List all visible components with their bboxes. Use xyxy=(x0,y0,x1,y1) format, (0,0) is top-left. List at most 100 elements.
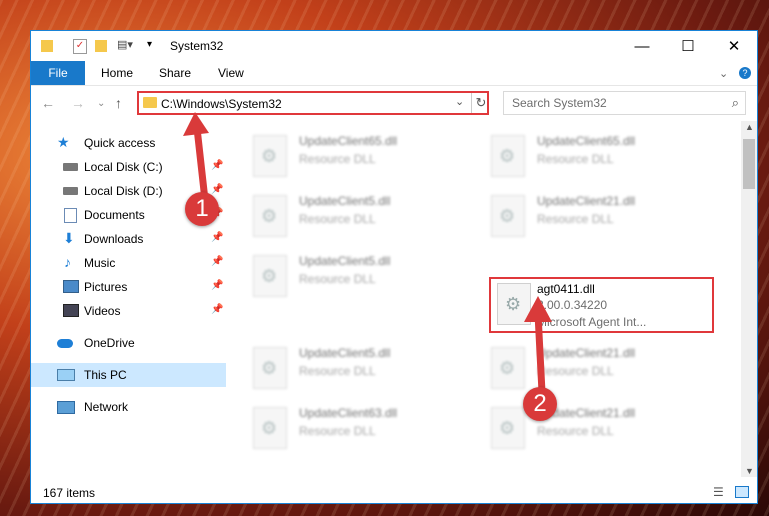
file-description: Resource DLL xyxy=(537,212,614,226)
cloud-icon xyxy=(57,339,73,348)
file-description: Resource DLL xyxy=(299,272,376,286)
file-description: Resource DLL xyxy=(299,364,376,378)
sidebar-item-downloads[interactable]: ⬇ Downloads 📌 xyxy=(31,227,226,251)
file-name: UpdateClient65.dll xyxy=(537,134,636,148)
status-bar: 167 items ☰ xyxy=(31,481,757,503)
tab-file[interactable]: File xyxy=(31,61,85,85)
folder-icon xyxy=(143,97,157,108)
sidebar-item-label: OneDrive xyxy=(84,336,135,350)
scrollbar-thumb[interactable] xyxy=(743,139,755,189)
ribbon-tabs: File Home Share View ⌄ ? xyxy=(31,61,757,86)
file-description: Resource DLL xyxy=(537,424,614,438)
pin-icon[interactable]: 📌 xyxy=(211,232,223,243)
scroll-down-icon[interactable]: ▼ xyxy=(745,466,754,476)
large-icons-view-icon[interactable] xyxy=(735,486,749,498)
file-description: Resource DLL xyxy=(299,212,376,226)
file-item[interactable]: UpdateClient63.dll Resource DLL xyxy=(253,403,473,455)
file-description: Resource DLL xyxy=(537,152,614,166)
help-icon[interactable]: ? xyxy=(739,67,751,79)
sidebar-item-label: Local Disk (D:) xyxy=(84,184,163,198)
close-button[interactable]: ✕ xyxy=(711,31,757,61)
sidebar-item-music[interactable]: ♪ Music 📌 xyxy=(31,251,226,275)
recent-locations-icon[interactable]: ⌄ xyxy=(97,98,105,109)
sidebar-item-label: Network xyxy=(84,400,129,414)
dll-file-icon xyxy=(253,255,287,297)
file-item[interactable]: UpdateClient21.dll Resource DLL xyxy=(491,191,711,243)
search-input[interactable]: Search System32 ⌕ xyxy=(503,91,746,115)
sidebar-item-pictures[interactable]: Pictures 📌 xyxy=(31,275,226,299)
annotation-badge-1: 1 xyxy=(185,192,219,226)
sidebar-item-network[interactable]: Network xyxy=(31,395,226,419)
address-path[interactable]: C:\Windows\System32 xyxy=(161,97,282,111)
folder-icon xyxy=(41,40,53,52)
documents-icon xyxy=(64,208,77,223)
sidebar-item-onedrive[interactable]: OneDrive xyxy=(31,331,226,355)
minimize-button[interactable]: — xyxy=(619,31,665,61)
music-icon: ♪ xyxy=(64,254,71,270)
sidebar-item-label: Documents xyxy=(84,208,145,222)
address-row: ← → ⌄ ↑ C:\Windows\System32 ⌄ ↻ Search S… xyxy=(31,86,757,121)
dll-file-icon xyxy=(491,407,525,449)
window-title: System32 xyxy=(170,39,224,53)
new-folder-icon[interactable] xyxy=(95,40,107,52)
videos-icon xyxy=(63,304,79,317)
sidebar-item-label: Downloads xyxy=(84,232,144,246)
search-icon[interactable]: ⌕ xyxy=(732,95,739,111)
pin-icon[interactable]: 📌 xyxy=(211,280,223,291)
file-item[interactable]: UpdateClient65.dll Resource DLL xyxy=(491,131,711,183)
file-name: UpdateClient21.dll xyxy=(537,194,636,208)
maximize-button[interactable]: ☐ xyxy=(665,31,711,61)
file-item[interactable]: UpdateClient5.dll Resource DLL xyxy=(253,191,473,243)
pin-icon[interactable]: 📌 xyxy=(211,304,223,315)
file-name: UpdateClient5.dll xyxy=(299,194,391,208)
forward-icon[interactable]: → xyxy=(71,95,85,111)
properties-icon[interactable]: ✓ xyxy=(73,39,87,54)
search-placeholder: Search System32 xyxy=(512,96,607,110)
pin-icon[interactable]: 📌 xyxy=(211,256,223,267)
customize-qat-icon[interactable]: ▤▾ xyxy=(117,38,133,56)
pictures-icon xyxy=(63,280,79,293)
file-name: UpdateClient5.dll xyxy=(299,254,391,268)
chevron-down-icon[interactable]: ⌄ xyxy=(455,95,464,108)
file-list: UpdateClient65.dll Resource DLL UpdateCl… xyxy=(227,121,742,467)
sidebar-item-label: Videos xyxy=(84,304,121,318)
file-name: UpdateClient5.dll xyxy=(299,346,391,360)
sidebar-item-label: This PC xyxy=(84,368,127,382)
explorer-window: ✓ ▤▾ ▾ System32 — ☐ ✕ File Home Share Vi… xyxy=(30,30,758,504)
tab-view[interactable]: View xyxy=(218,61,244,85)
vertical-scrollbar[interactable]: ▲ ▼ xyxy=(741,121,757,477)
download-icon: ⬇ xyxy=(63,230,75,246)
file-item[interactable]: UpdateClient65.dll Resource DLL xyxy=(253,131,473,183)
annotation-badge-2: 2 xyxy=(523,387,557,421)
dll-file-icon xyxy=(253,135,287,177)
scroll-up-icon[interactable]: ▲ xyxy=(745,122,754,132)
title-bar: ✓ ▤▾ ▾ System32 — ☐ ✕ xyxy=(31,31,757,61)
drive-icon xyxy=(63,163,78,171)
tab-home[interactable]: Home xyxy=(101,61,133,85)
sidebar-item-this-pc[interactable]: This PC xyxy=(31,363,226,387)
expand-ribbon-icon[interactable]: ⌄ xyxy=(719,61,728,85)
dll-file-icon xyxy=(491,135,525,177)
file-name: UpdateClient63.dll xyxy=(299,406,398,420)
back-icon[interactable]: ← xyxy=(41,95,55,111)
sidebar-item-label: Local Disk (C:) xyxy=(84,160,163,174)
refresh-icon[interactable]: ↻ xyxy=(471,93,490,113)
star-icon: ★ xyxy=(57,134,70,150)
sidebar-item-label: Quick access xyxy=(84,136,156,150)
computer-icon xyxy=(57,369,75,381)
dropdown-arrow-icon[interactable]: ▾ xyxy=(147,39,152,57)
item-count: 167 items xyxy=(43,486,96,500)
details-view-icon[interactable]: ☰ xyxy=(713,485,724,499)
up-icon[interactable]: ↑ xyxy=(115,95,122,111)
file-description: Resource DLL xyxy=(299,424,376,438)
sidebar-item-videos[interactable]: Videos 📌 xyxy=(31,299,226,323)
tab-share[interactable]: Share xyxy=(159,61,191,85)
sidebar-item-label: Music xyxy=(84,256,116,270)
file-name: UpdateClient65.dll xyxy=(299,134,398,148)
dll-file-icon xyxy=(253,195,287,237)
file-item[interactable]: UpdateClient5.dll Resource DLL xyxy=(253,251,473,303)
dll-file-icon xyxy=(253,407,287,449)
dll-file-icon xyxy=(253,347,287,389)
network-icon xyxy=(57,401,75,414)
file-item[interactable]: UpdateClient5.dll Resource DLL xyxy=(253,343,473,395)
